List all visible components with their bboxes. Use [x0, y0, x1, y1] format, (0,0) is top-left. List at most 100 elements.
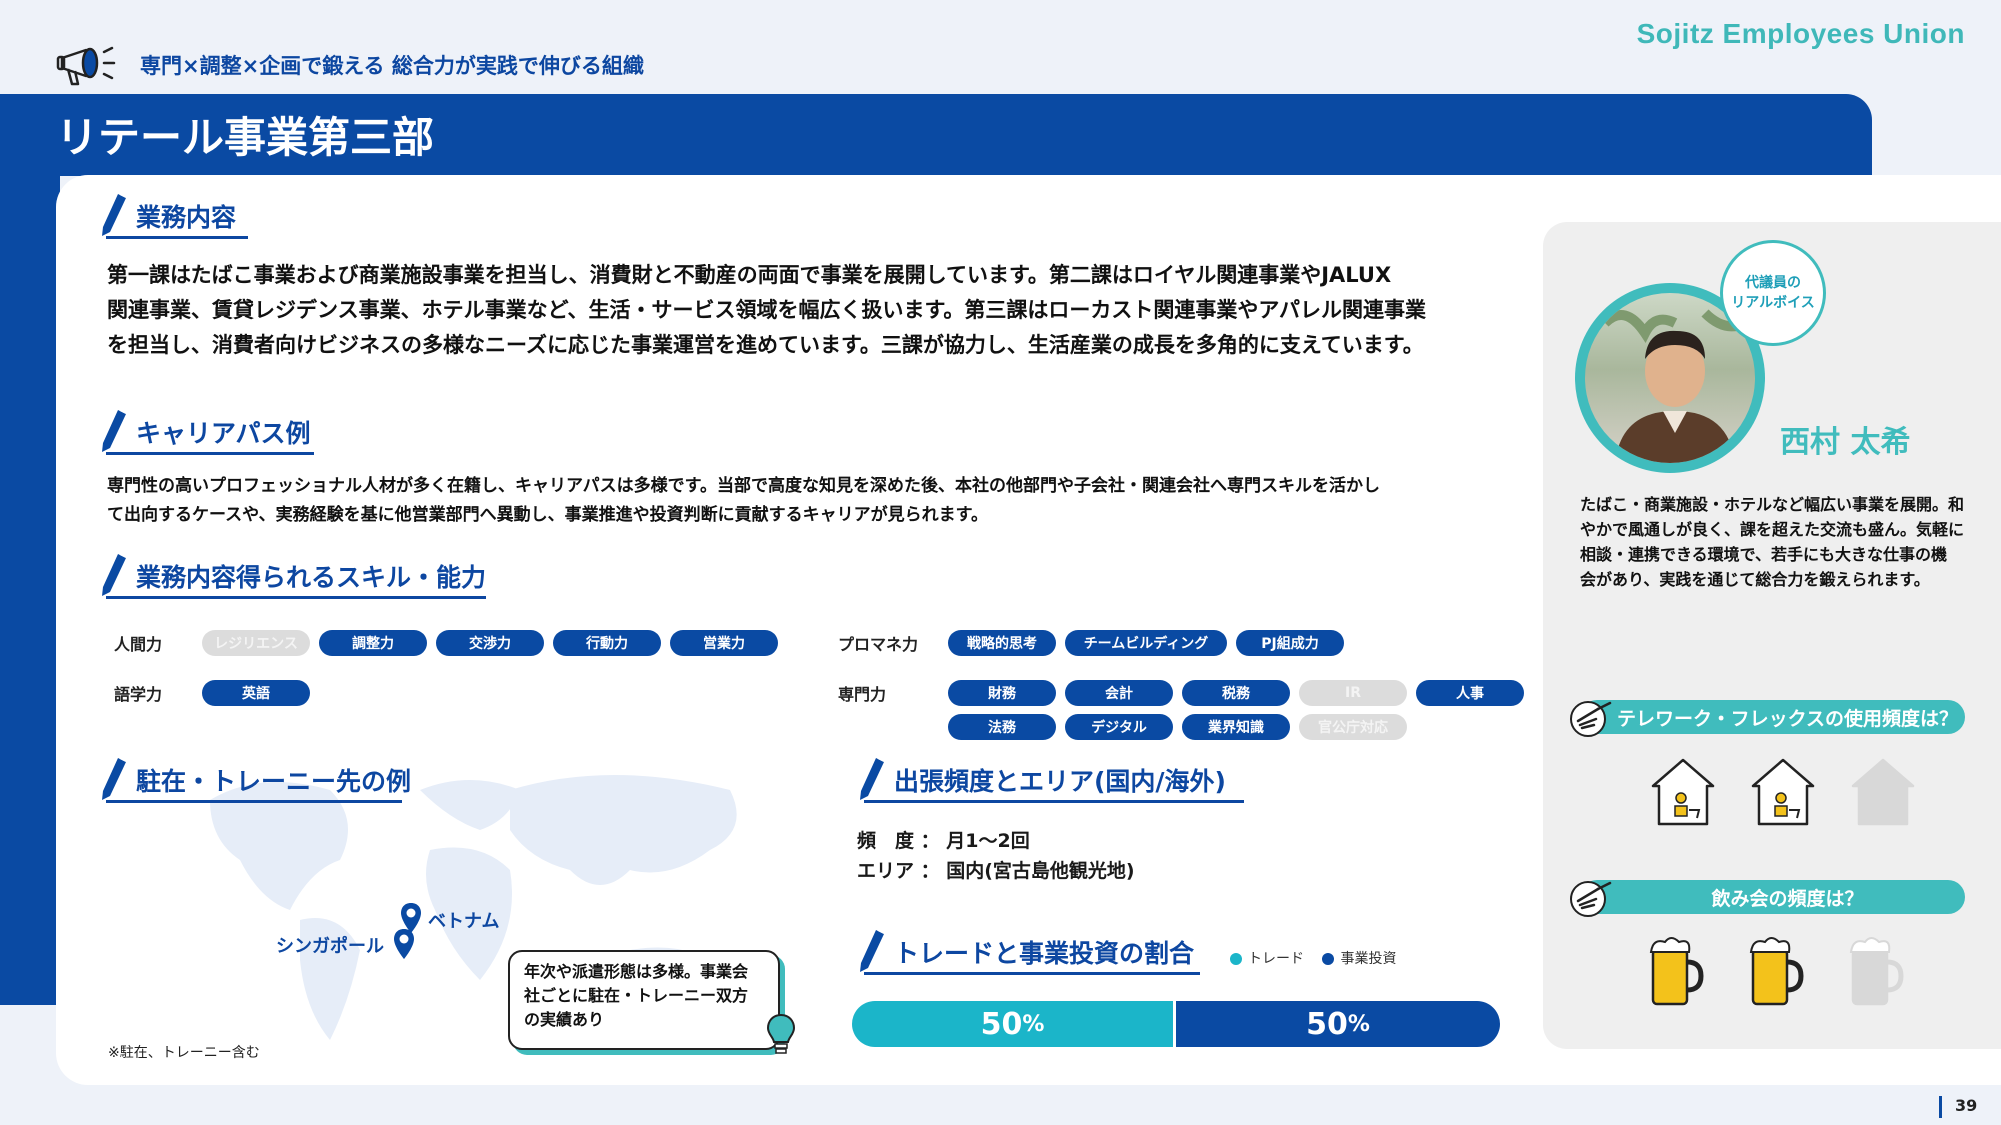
skill-pill: 行動力	[553, 630, 661, 656]
beer-mug-icon	[1845, 934, 1905, 1014]
pencil-icon	[860, 929, 885, 972]
invest-value: 50	[1306, 1006, 1348, 1042]
skill-pill: チームビルディング	[1065, 630, 1227, 656]
career-text: 専門性の高いプロフェッショナル人材が多く在籍し、キャリアパスは多様です。当部で高…	[107, 472, 1527, 530]
pencil-icon	[102, 757, 127, 800]
skill-pill: 調整力	[319, 630, 427, 656]
pointing-hand-icon	[1570, 881, 1612, 917]
freq-label: 頻 度 ：	[857, 830, 940, 852]
section-heading-career: キャリアパス例	[100, 408, 311, 454]
pencil-icon	[102, 193, 127, 236]
ratio-legend: トレード 事業投資	[1230, 948, 1396, 968]
skill-pill: IR	[1299, 680, 1407, 706]
invest-unit: %	[1347, 1011, 1370, 1037]
skill-pill: 会計	[1065, 680, 1173, 706]
beer-mug-icon	[1745, 934, 1805, 1014]
section-underline	[106, 596, 486, 599]
pin-label-vietnam: ベトナム	[428, 911, 500, 932]
section-title: 出張頻度とエリア(国内/海外)	[894, 767, 1226, 796]
section-underline	[106, 452, 314, 455]
text-line: 関連事業、賃貸レジデンス事業、ホテル事業など、生活・サービス領域を幅広く扱います…	[107, 298, 1427, 322]
skill-pill: 財務	[948, 680, 1056, 706]
skill-group-label: プロマネ力	[838, 635, 919, 654]
pointing-hand-icon	[1570, 701, 1612, 737]
megaphone-icon	[56, 46, 116, 86]
voice-comment: たばこ・商業施設・ホテルなど幅広い事業を展開。和 やかで風通しが良く、課を超えた…	[1580, 492, 1990, 592]
home-work-icon	[1845, 752, 1921, 832]
skill-group-label: 専門力	[838, 685, 887, 704]
trade-value: 50	[980, 1006, 1023, 1042]
voice-bubble: 代議員の リアルボイス	[1720, 240, 1826, 346]
bubble-line: 代議員の	[1745, 275, 1801, 291]
comment-line: たばこ・商業施設・ホテルなど幅広い事業を展開。和	[1580, 495, 1965, 514]
tagline-row: 専門×調整×企画で鍛える 総合力が実践で伸びる組織	[56, 40, 644, 90]
trade-unit: %	[1022, 1011, 1045, 1037]
ratio-bar: 50% 50%	[852, 1001, 1500, 1047]
skill-pill: 官公庁対応	[1299, 714, 1407, 740]
section-title: 業務内容	[136, 203, 237, 232]
text-line: 専門性の高いプロフェッショナル人材が多く在籍し、キャリアパスは多様です。当部で高…	[107, 476, 1380, 496]
page-title: リテール事業第三部	[56, 113, 435, 162]
section-title: キャリアパス例	[136, 419, 311, 448]
section-underline	[106, 236, 248, 239]
skill-pill: 英語	[202, 680, 310, 706]
text-line: を担当し、消費者向けビジネスの多様なニーズに応じた事業運営を進めています。三課が…	[107, 333, 1424, 357]
skill-group-label: 人間力	[114, 635, 163, 654]
legend-invest: 事業投資	[1340, 951, 1397, 967]
note-line: の実績あり	[524, 1010, 605, 1029]
home-work-icon	[1645, 752, 1721, 832]
skill-pill: レジリエンス	[202, 630, 310, 656]
ratio-segment-trade: 50%	[852, 1001, 1176, 1047]
section-heading-business: 業務内容	[100, 192, 236, 238]
beer-mug-icon	[1645, 934, 1705, 1014]
ratio-segment-invest: 50%	[1176, 1001, 1500, 1047]
skill-pill: 交渉力	[436, 630, 544, 656]
question-drinking: 飲み会の頻度は？	[1580, 880, 1965, 914]
location-pin-icon	[394, 929, 414, 959]
area-value: 国内(宮古島他観光地)	[946, 860, 1135, 882]
skill-pill: 税務	[1182, 680, 1290, 706]
section-heading-overseas: 駐在・トレーニー先の例	[100, 756, 411, 802]
section-title: 駐在・トレーニー先の例	[136, 767, 412, 796]
text-line: 第一課はたばこ事業および商業施設事業を担当し、消費財と不動産の両面で事業を展開し…	[107, 263, 1392, 287]
section-title: 業務内容得られるスキル・能力	[136, 563, 487, 592]
pencil-icon	[860, 757, 885, 800]
section-heading-ratio: トレードと事業投資の割合	[858, 928, 1194, 974]
skill-group-label: 語学力	[114, 685, 163, 704]
note-line: 年次や派遣形態は多様。事業会	[524, 962, 749, 981]
area-label: エリア ：	[857, 860, 940, 882]
brand-logo: Sojitz Employees Union	[1637, 18, 1965, 50]
page-number-rule	[1939, 1096, 1942, 1118]
skill-pill: 業界知識	[1182, 714, 1290, 740]
comment-line: やかで風通しが良く、課を超えた交流も盛ん。気軽に	[1580, 520, 1965, 539]
legend-trade: トレード	[1248, 951, 1304, 967]
page-number: 39	[1955, 1096, 1978, 1115]
skill-pill: 営業力	[670, 630, 778, 656]
section-heading-skills: 業務内容得られるスキル・能力	[100, 552, 486, 598]
home-work-icon	[1745, 752, 1821, 832]
travel-info: 頻 度 ： 月1～2回 エリア ： 国内(宮古島他観光地)	[857, 826, 1135, 886]
footnote: ※駐在、トレーニー含む	[108, 1045, 260, 1061]
section-title: トレードと事業投資の割合	[894, 939, 1195, 968]
legend-dot-trade	[1230, 953, 1242, 965]
comment-line: 会があり、実践を通じて総合力を鍛えられます。	[1580, 570, 1930, 589]
note-box: 年次や派遣形態は多様。事業会 社ごとに駐在・トレーニー双方 の実績あり	[508, 950, 780, 1050]
lightbulb-icon	[766, 1013, 796, 1054]
tagline: 専門×調整×企画で鍛える 総合力が実践で伸びる組織	[140, 54, 644, 78]
comment-line: 相談・連携できる環境で、若手にも大きな仕事の機	[1580, 545, 1948, 564]
bubble-line: リアルボイス	[1731, 295, 1815, 311]
pencil-icon	[102, 553, 127, 596]
pin-label-singapore: シンガポール	[276, 936, 384, 957]
business-text: 第一課はたばこ事業および商業施設事業を担当し、消費財と不動産の両面で事業を展開し…	[107, 258, 1527, 363]
brand-text: Sojitz Employees Union	[1636, 18, 1965, 49]
skill-pill: PJ組成力	[1236, 630, 1344, 656]
note-line: 社ごとに駐在・トレーニー双方	[524, 986, 749, 1005]
legend-dot-invest	[1322, 953, 1335, 965]
question-telework: テレワーク・フレックスの使用頻度は？	[1580, 700, 1965, 734]
section-underline	[864, 800, 1244, 803]
section-heading-travel: 出張頻度とエリア(国内/海外)	[858, 756, 1226, 802]
section-underline	[864, 972, 1200, 975]
freq-value: 月1～2回	[946, 830, 1030, 852]
skill-pill: 人事	[1416, 680, 1524, 706]
skill-pill: デジタル	[1065, 714, 1173, 740]
